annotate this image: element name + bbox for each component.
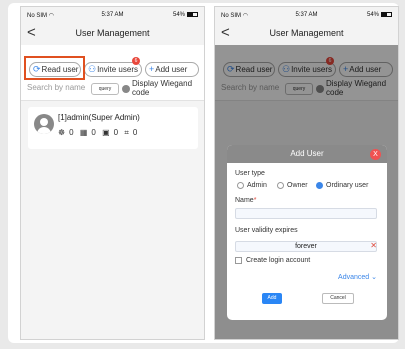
palm-count: 0 [132, 128, 138, 137]
page-title: User Management [75, 28, 150, 38]
radio-owner[interactable] [277, 182, 284, 189]
user-card[interactable]: [1]admin(Super Admin) ☸ 0 ▦ 0 ▣ 0 ⌗ 0 [28, 107, 198, 149]
validity-label: User validity expires [235, 227, 298, 234]
highlight-box [24, 56, 85, 80]
page-title: User Management [269, 28, 344, 38]
required-mark: * [253, 197, 257, 204]
search-input[interactable]: Search by name [27, 83, 85, 92]
clear-validity-icon[interactable]: ✕ [370, 241, 377, 250]
status-bar: No SIM ◠ 5:37 AM 54% [21, 7, 204, 24]
advanced-link[interactable]: Advanced ⌄ [338, 273, 377, 281]
add-user-button[interactable]: +Add user [145, 62, 199, 77]
battery-icon [187, 12, 198, 17]
name-label: Name* [235, 197, 257, 204]
avatar-icon [34, 114, 54, 134]
query-button[interactable]: query [91, 83, 119, 95]
add-user-dialog: Add User X User type Admin Owner Ordinar… [227, 145, 387, 320]
radio-admin[interactable] [237, 182, 244, 189]
name-field[interactable] [235, 208, 377, 219]
nav-bar: < User Management [21, 24, 204, 44]
user-name: [1]admin(Super Admin) [58, 113, 140, 122]
radio-owner-label: Owner [287, 182, 308, 189]
validity-field[interactable]: forever [235, 241, 377, 252]
card-icon: ▦ [79, 128, 88, 137]
phone-user-list: No SIM ◠ 5:37 AM 54% < User Management ⟳… [20, 6, 205, 340]
battery-icon [381, 12, 392, 17]
face-icon: ▣ [102, 128, 110, 137]
radio-admin-label: Admin [247, 182, 267, 189]
chevron-down-icon: ⌄ [369, 274, 377, 281]
fingerprint-icon: ☸ [58, 128, 66, 137]
radio-ordinary-label: Ordinary user [326, 182, 369, 189]
phone-add-user: No SIM ◠ 5:37 AM 54% < User Management ⟳… [214, 6, 399, 340]
nav-bar: < User Management [215, 24, 398, 44]
palm-icon: ⌗ [124, 128, 129, 137]
cancel-button[interactable]: Cancel [322, 293, 354, 304]
create-login-label: Create login account [246, 257, 311, 264]
wiegand-label: Display Wiegand code [132, 79, 193, 97]
add-button[interactable]: Add [262, 293, 282, 304]
close-icon[interactable]: X [370, 149, 381, 160]
fingerprint-count: 0 [69, 128, 74, 137]
action-panel: ⟳Read user ⚇Invite users +Add user 6 Sea… [21, 45, 204, 101]
modal-overlay[interactable]: Add User X User type Admin Owner Ordinar… [215, 45, 398, 339]
invite-badge: 6 [132, 57, 140, 65]
radio-ordinary-user[interactable] [316, 182, 323, 189]
invite-icon: ⚇ [88, 64, 97, 74]
user-type-label: User type [235, 170, 265, 177]
wiegand-checkbox[interactable] [122, 85, 130, 93]
plus-icon: + [149, 64, 155, 74]
dialog-title: Add User [227, 145, 387, 163]
battery-indicator: 54% [173, 12, 198, 18]
create-login-checkbox[interactable] [235, 257, 242, 264]
screenshot-frame: No SIM ◠ 5:37 AM 54% < User Management ⟳… [8, 3, 399, 343]
face-count: 0 [113, 128, 119, 137]
card-count: 0 [91, 128, 96, 137]
user-list-page: ⟳Read user ⚇Invite users +Add user 6 Sea… [21, 45, 204, 339]
battery-indicator: 54% [367, 12, 392, 18]
status-bar: No SIM ◠ 5:37 AM 54% [215, 7, 398, 24]
user-credentials: ☸ 0 ▦ 0 ▣ 0 ⌗ 0 [58, 128, 141, 138]
